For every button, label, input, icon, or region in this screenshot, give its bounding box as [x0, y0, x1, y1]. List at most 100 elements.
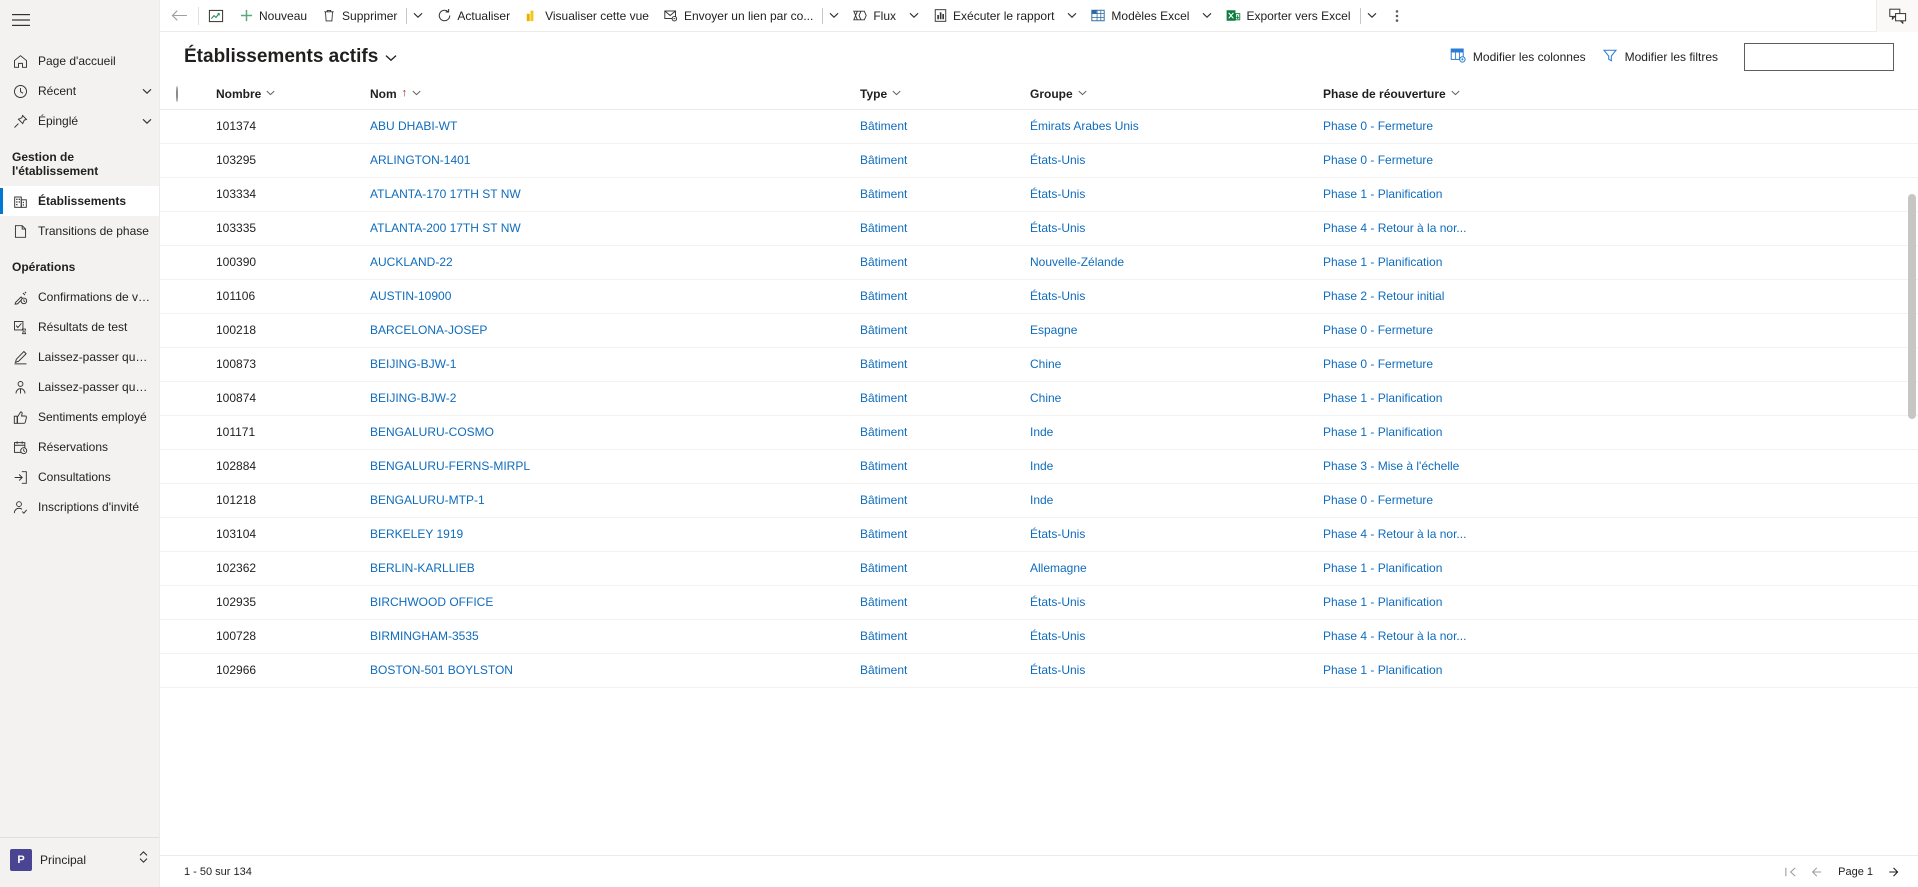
cell-groupe[interactable]: États-Unis: [1030, 585, 1323, 620]
cell-type[interactable]: Bâtiment: [860, 653, 1030, 688]
cell-groupe[interactable]: Chine: [1030, 381, 1323, 416]
cell-groupe[interactable]: Chine: [1030, 347, 1323, 382]
area-switcher[interactable]: P Principal: [0, 837, 159, 881]
cell-nom[interactable]: AUCKLAND-22: [370, 245, 860, 280]
type-link[interactable]: Bâtiment: [860, 629, 907, 643]
cell-type[interactable]: Bâtiment: [860, 415, 1030, 450]
row-select-cell[interactable]: [160, 245, 204, 280]
cell-nom[interactable]: BEIJING-BJW-1: [370, 347, 860, 382]
run-report-chevron-down-icon[interactable]: [1061, 0, 1083, 32]
cell-nom[interactable]: BEIJING-BJW-2: [370, 381, 860, 416]
table-row[interactable]: 102935 BIRCHWOOD OFFICE Bâtiment États-Unis…: [160, 585, 1918, 620]
cell-type[interactable]: Bâtiment: [860, 483, 1030, 518]
type-link[interactable]: Bâtiment: [860, 323, 907, 337]
cell-phase[interactable]: Phase 0 - Fermeture: [1323, 143, 1918, 178]
phase-link[interactable]: Phase 1 - Planification: [1323, 391, 1442, 405]
cell-phase[interactable]: Phase 4 - Retour à la nor...: [1323, 211, 1918, 246]
cell-nom[interactable]: BERLIN-KARLLIEB: [370, 551, 860, 586]
edit-filters-button[interactable]: Modifier les filtres: [1594, 43, 1726, 71]
cell-nom[interactable]: ARLINGTON-1401: [370, 143, 860, 178]
grid-vertical-scrollbar[interactable]: [1908, 109, 1916, 769]
type-link[interactable]: Bâtiment: [860, 289, 907, 303]
flow-chevron-down-icon[interactable]: [903, 0, 925, 32]
phase-link[interactable]: Phase 0 - Fermeture: [1323, 119, 1433, 133]
type-link[interactable]: Bâtiment: [860, 527, 907, 541]
column-header-nombre[interactable]: Nombre: [204, 79, 370, 110]
cell-groupe[interactable]: États-Unis: [1030, 177, 1323, 212]
record-link[interactable]: BEIJING-BJW-2: [370, 391, 456, 405]
table-row[interactable]: 100874 BEIJING-BJW-2 Bâtiment Chine Phase 1 …: [160, 381, 1918, 416]
phase-link[interactable]: Phase 1 - Planification: [1323, 255, 1442, 269]
column-header-groupe[interactable]: Groupe: [1030, 79, 1323, 110]
cell-phase[interactable]: Phase 3 - Mise à l'échelle: [1323, 449, 1918, 484]
sidebar-item-inscriptions-dinvite[interactable]: Inscriptions d'invité: [0, 492, 159, 522]
delete-button[interactable]: Supprimer: [314, 0, 404, 32]
refresh-button[interactable]: Actualiser: [429, 0, 517, 32]
export-chevron-down-icon[interactable]: [1361, 0, 1383, 32]
phase-link[interactable]: Phase 0 - Fermeture: [1323, 323, 1433, 337]
record-link[interactable]: BENGALURU-MTP-1: [370, 493, 485, 507]
phase-link[interactable]: Phase 0 - Fermeture: [1323, 493, 1433, 507]
cell-type[interactable]: Bâtiment: [860, 517, 1030, 552]
type-link[interactable]: Bâtiment: [860, 153, 907, 167]
cell-type[interactable]: Bâtiment: [860, 347, 1030, 382]
groupe-link[interactable]: États-Unis: [1030, 629, 1085, 643]
cell-phase[interactable]: Phase 4 - Retour à la nor...: [1323, 619, 1918, 654]
cell-groupe[interactable]: États-Unis: [1030, 279, 1323, 314]
table-row[interactable]: 101374 ABU DHABI-WT Bâtiment Émirats Arabes…: [160, 109, 1918, 144]
scrollbar-thumb[interactable]: [1908, 194, 1916, 419]
type-link[interactable]: Bâtiment: [860, 391, 907, 405]
record-link[interactable]: BIRCHWOOD OFFICE: [370, 595, 493, 609]
row-select-cell[interactable]: [160, 415, 204, 450]
groupe-link[interactable]: Chine: [1030, 357, 1061, 371]
record-link[interactable]: BOSTON-501 BOYLSTON: [370, 663, 513, 677]
cell-nom[interactable]: ABU DHABI-WT: [370, 109, 860, 144]
cell-groupe[interactable]: Inde: [1030, 483, 1323, 518]
row-select-cell[interactable]: [160, 585, 204, 620]
chevron-down-icon[interactable]: [1078, 89, 1087, 99]
row-select-cell[interactable]: [160, 551, 204, 586]
cell-nom[interactable]: AUSTIN-10900: [370, 279, 860, 314]
column-header-nom[interactable]: Nom ↑: [370, 79, 860, 110]
table-row[interactable]: 102966 BOSTON-501 BOYLSTON Bâtiment États-U…: [160, 653, 1918, 688]
cell-type[interactable]: Bâtiment: [860, 245, 1030, 280]
cell-nom[interactable]: ATLANTA-200 17TH ST NW: [370, 211, 860, 246]
type-link[interactable]: Bâtiment: [860, 187, 907, 201]
phase-link[interactable]: Phase 3 - Mise à l'échelle: [1323, 459, 1459, 473]
table-row[interactable]: 102362 BERLIN-KARLLIEB Bâtiment Allemagne Ph…: [160, 551, 1918, 586]
cell-groupe[interactable]: Allemagne: [1030, 551, 1323, 586]
row-select-cell[interactable]: [160, 653, 204, 688]
sidebar-item-pinned[interactable]: Épinglé: [0, 106, 159, 136]
phase-link[interactable]: Phase 1 - Planification: [1323, 425, 1442, 439]
type-link[interactable]: Bâtiment: [860, 357, 907, 371]
sidebar-item-page-daccueil[interactable]: Page d'accueil: [0, 46, 159, 76]
show-chart-button[interactable]: [201, 0, 231, 32]
select-all-header[interactable]: [160, 79, 204, 110]
sidebar-item-transitions-de-phase[interactable]: Transitions de phase: [0, 216, 159, 246]
table-row[interactable]: 101106 AUSTIN-10900 Bâtiment États-Unis Phas…: [160, 279, 1918, 314]
record-link[interactable]: ATLANTA-170 17TH ST NW: [370, 187, 521, 201]
cell-nom[interactable]: BARCELONA-JOSEP: [370, 313, 860, 348]
row-select-cell[interactable]: [160, 483, 204, 518]
cell-type[interactable]: Bâtiment: [860, 585, 1030, 620]
email-link-button[interactable]: Envoyer un lien par co...: [656, 0, 820, 32]
type-link[interactable]: Bâtiment: [860, 255, 907, 269]
record-link[interactable]: AUSTIN-10900: [370, 289, 451, 303]
table-row[interactable]: 101218 BENGALURU-MTP-1 Bâtiment Inde Phase 0…: [160, 483, 1918, 518]
type-link[interactable]: Bâtiment: [860, 425, 907, 439]
row-select-cell[interactable]: [160, 619, 204, 654]
view-selector[interactable]: Établissements actifs: [184, 46, 397, 68]
cell-type[interactable]: Bâtiment: [860, 279, 1030, 314]
cell-phase[interactable]: Phase 0 - Fermeture: [1323, 347, 1918, 382]
record-link[interactable]: BEIJING-BJW-1: [370, 357, 456, 371]
row-select-cell[interactable]: [160, 517, 204, 552]
chevron-down-icon[interactable]: [1451, 89, 1460, 99]
delete-chevron-down-icon[interactable]: [407, 0, 429, 32]
cell-phase[interactable]: Phase 1 - Planification: [1323, 585, 1918, 620]
groupe-link[interactable]: États-Unis: [1030, 289, 1085, 303]
cell-phase[interactable]: Phase 4 - Retour à la nor...: [1323, 517, 1918, 552]
cell-groupe[interactable]: Émirats Arabes Unis: [1030, 109, 1323, 144]
cell-groupe[interactable]: Inde: [1030, 449, 1323, 484]
cell-phase[interactable]: Phase 2 - Retour initial: [1323, 279, 1918, 314]
cell-phase[interactable]: Phase 0 - Fermeture: [1323, 313, 1918, 348]
